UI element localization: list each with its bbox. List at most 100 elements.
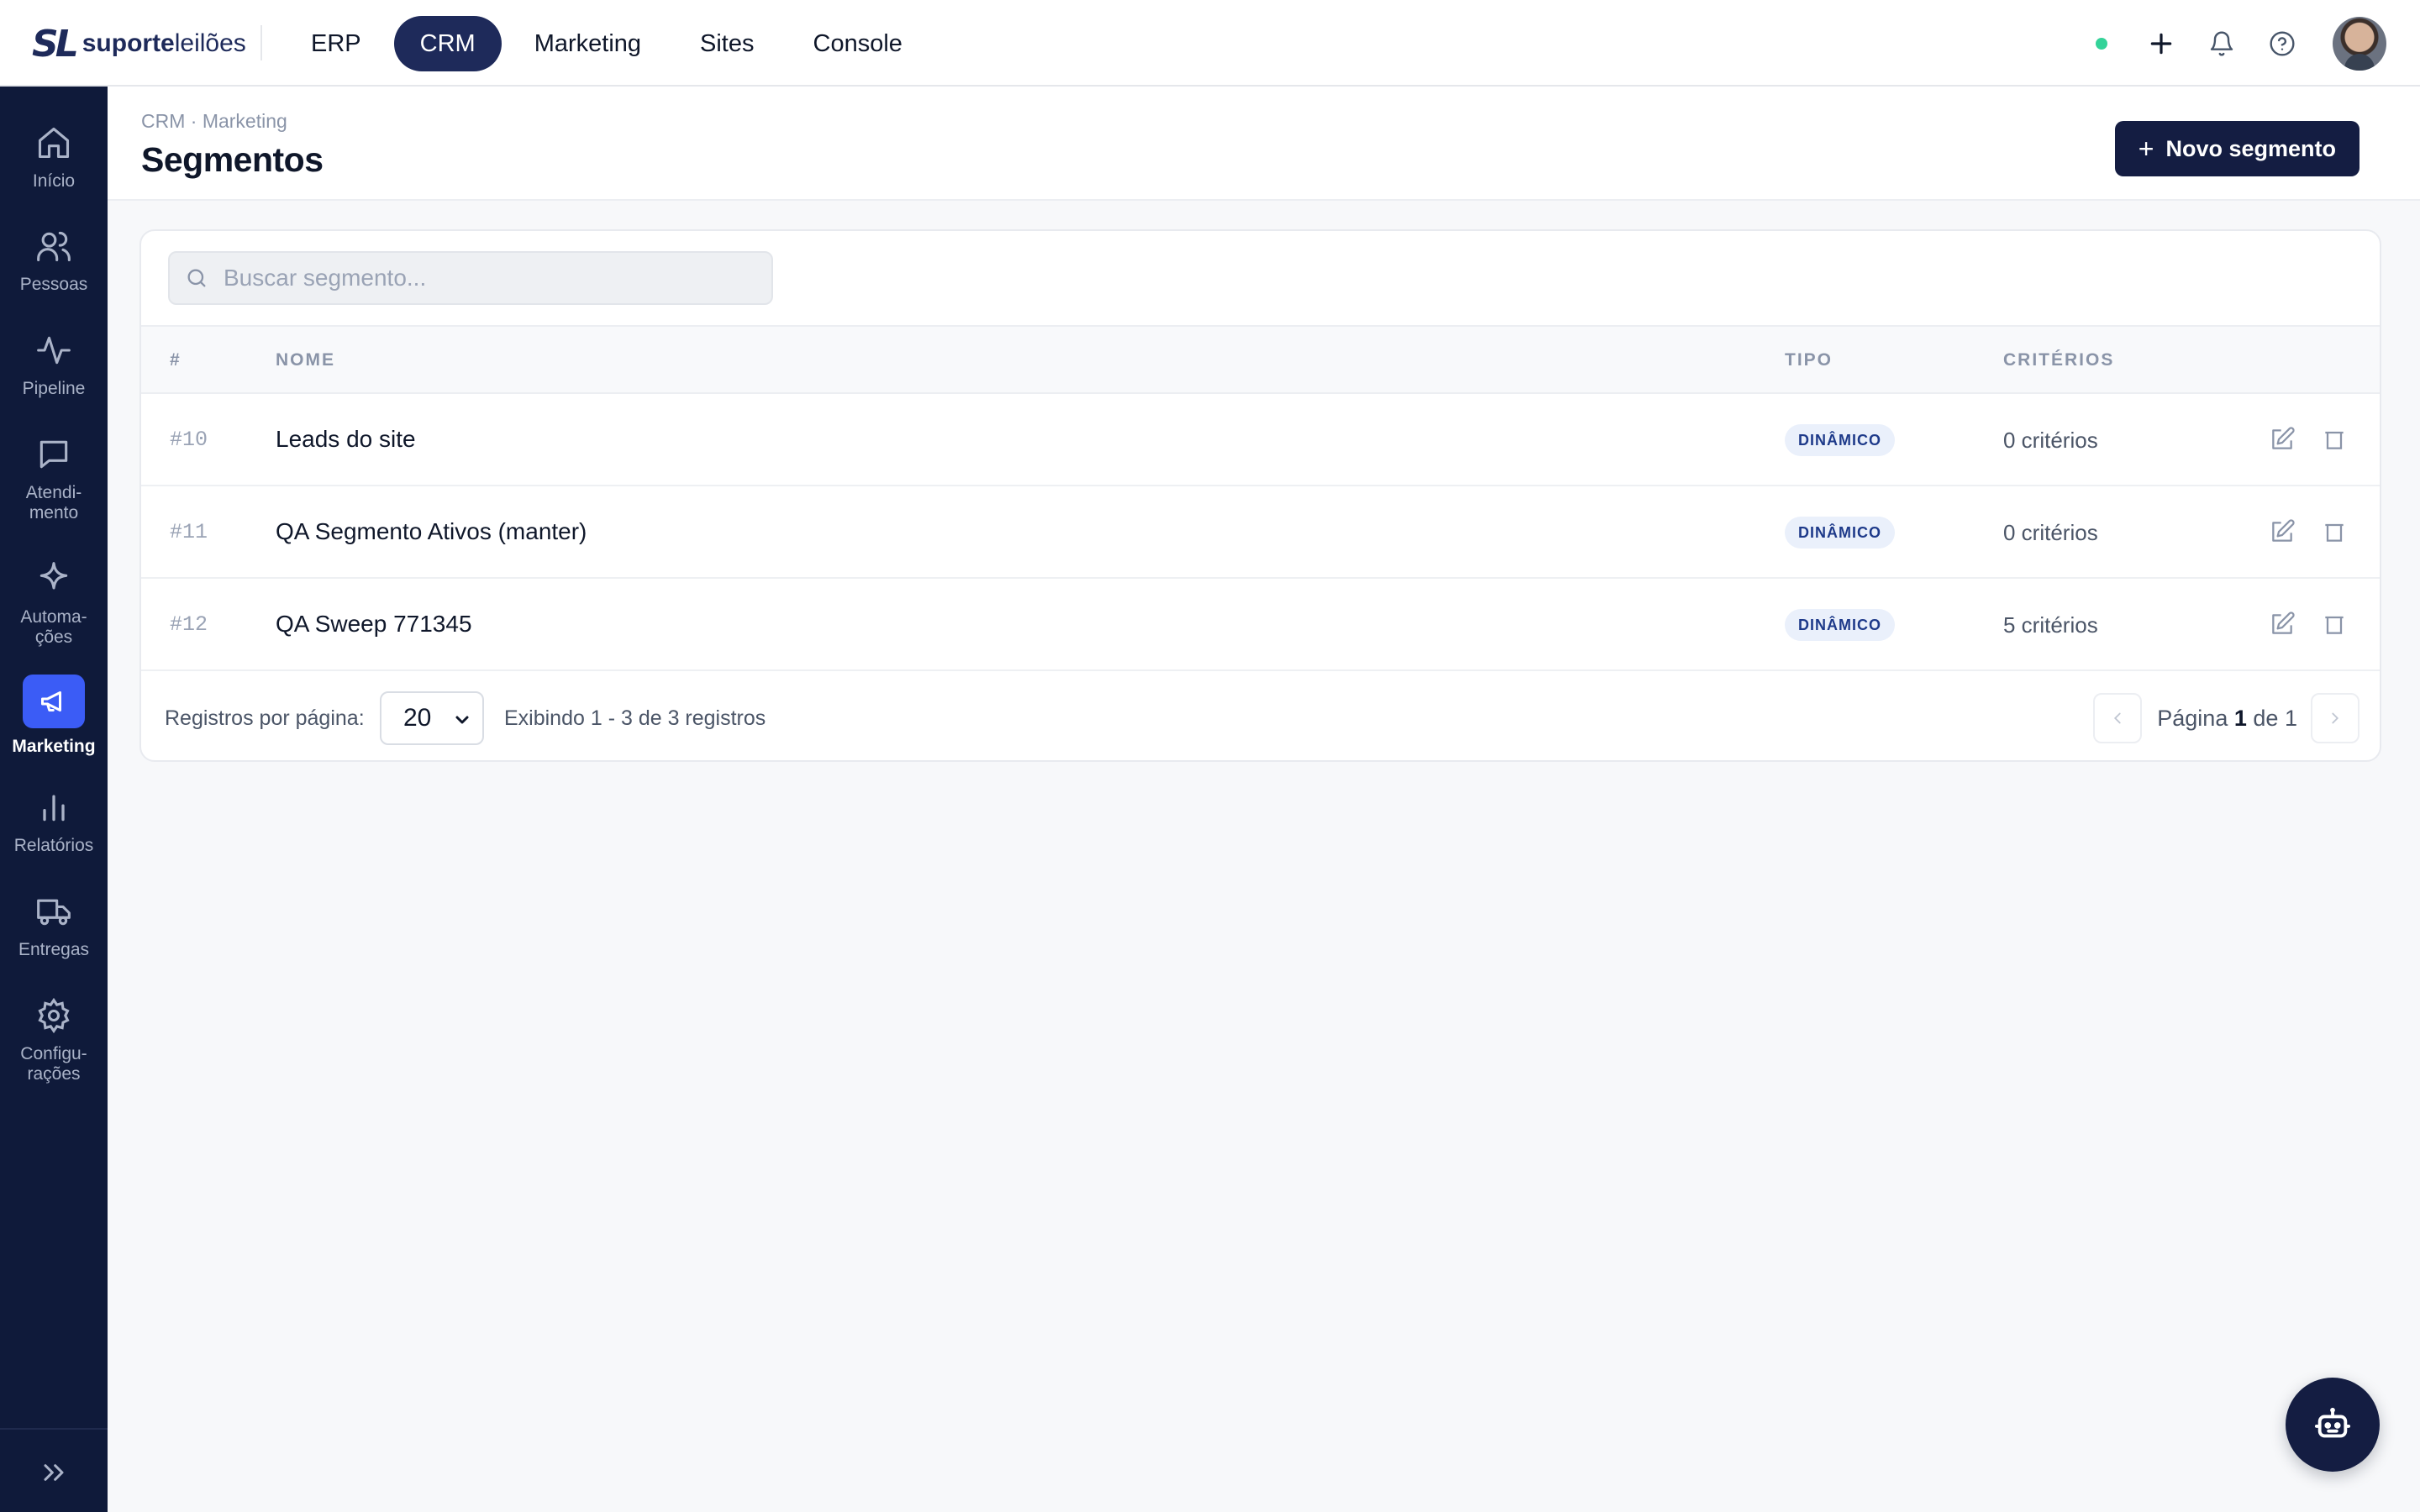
brand-logo[interactable]: SL suporteleilões xyxy=(32,22,246,66)
topnav-sites[interactable]: Sites xyxy=(674,16,780,71)
sidebar-item-marketing[interactable]: Marketing xyxy=(0,675,108,757)
trash-icon[interactable] xyxy=(2321,518,2348,545)
topnav-console[interactable]: Console xyxy=(787,16,929,71)
prev-page-button[interactable] xyxy=(2093,693,2143,743)
segment-id: #11 xyxy=(170,520,208,544)
criteria-count: 0 critérios xyxy=(2003,520,2098,545)
logo-mark: SL xyxy=(32,22,79,66)
breadcrumb: CRM · Marketing xyxy=(141,110,287,132)
segment-name[interactable]: QA Sweep 771345 xyxy=(276,611,472,638)
sidebar-item-pipeline[interactable]: Pipeline xyxy=(0,332,108,399)
truck-icon xyxy=(37,899,71,926)
sidebar-item-configuracoes[interactable]: Configu- rações xyxy=(0,997,108,1084)
sidebar-item-label: Automa- xyxy=(20,607,87,627)
megaphone-icon xyxy=(41,691,61,711)
chevrons-right-icon[interactable] xyxy=(37,1456,71,1489)
pagination: Página 1 de 1 xyxy=(2093,693,2360,743)
help-icon[interactable] xyxy=(2264,25,2301,62)
sidebar-item-label: Atendi- xyxy=(25,483,82,502)
sidebar-item-label: Entregas xyxy=(18,940,90,959)
segment-id: #12 xyxy=(170,612,208,637)
table-footer: Registros por página: 20 Exibindo 1 - 3 … xyxy=(141,675,2380,760)
criteria-count: 0 critérios xyxy=(2003,428,2098,453)
page-title: Segmentos xyxy=(141,140,324,179)
segment-id: #10 xyxy=(170,428,208,452)
trash-icon[interactable] xyxy=(2321,611,2348,638)
new-segment-button-label: Novo segmento xyxy=(2165,135,2336,161)
type-badge: DINÂMICO xyxy=(1785,517,1895,549)
sidebar-item-label: Início xyxy=(32,171,76,191)
online-status-dot xyxy=(2096,38,2107,50)
chevron-right-icon xyxy=(2332,712,2339,724)
chevron-left-icon xyxy=(2114,712,2121,724)
sidebar-item-entregas[interactable]: Entregas xyxy=(0,893,108,960)
bar-chart-icon xyxy=(43,795,65,822)
per-page-label: Registros por página: xyxy=(165,706,365,730)
sidebar-item-label: Marketing xyxy=(12,737,96,756)
new-segment-button[interactable]: + Novo segmento xyxy=(2114,121,2360,176)
sidebar-item-label: Pipeline xyxy=(22,379,86,398)
logo-wordmark: suporteleilões xyxy=(82,29,246,57)
bell-icon[interactable] xyxy=(2203,25,2240,62)
topbar-actions xyxy=(2096,17,2386,71)
topnav-crm[interactable]: CRM xyxy=(393,16,502,71)
plus-icon[interactable] xyxy=(2143,25,2180,62)
topnav-marketing[interactable]: Marketing xyxy=(508,16,667,71)
sidebar-item-pessoas[interactable]: Pessoas xyxy=(0,228,108,295)
trash-icon[interactable] xyxy=(2321,426,2348,453)
edit-icon[interactable] xyxy=(2269,611,2296,638)
plus-icon: + xyxy=(2138,133,2154,164)
topnav-erp[interactable]: ERP xyxy=(296,16,387,71)
sidebar-item-label: Relatórios xyxy=(13,836,94,855)
search-box[interactable] xyxy=(168,251,773,305)
type-badge: DINÂMICO xyxy=(1785,609,1895,641)
sidebar-item-automacoes[interactable]: Automa- ções xyxy=(0,560,108,648)
sidebar-item-atendimento[interactable]: Atendi- mento xyxy=(0,436,108,523)
chat-icon xyxy=(39,440,68,469)
sidebar: Início Pessoas Pipeline Atendi- mento Au… xyxy=(0,87,108,1512)
page-indicator: Página 1 de 1 xyxy=(2157,705,2297,731)
table-row[interactable]: #11 QA Segmento Ativos (manter) DINÂMICO… xyxy=(141,486,2380,579)
column-header-name[interactable]: NOME xyxy=(276,350,335,370)
sidebar-item-label: rações xyxy=(27,1064,81,1084)
segments-card: # NOME TIPO CRITÉRIOS #10 Leads do site … xyxy=(139,229,2381,762)
top-bar: SL suporteleilões ERP CRM Marketing Site… xyxy=(0,0,2420,87)
sidebar-active-indicator xyxy=(23,675,85,728)
user-avatar[interactable] xyxy=(2333,17,2386,71)
sidebar-item-label: mento xyxy=(29,503,79,522)
segment-name[interactable]: Leads do site xyxy=(276,426,416,453)
segment-name[interactable]: QA Segmento Ativos (manter) xyxy=(276,518,587,545)
chevron-down-icon xyxy=(455,716,469,724)
sidebar-item-label: ções xyxy=(34,627,73,647)
column-header-id[interactable]: # xyxy=(170,350,182,370)
next-page-button[interactable] xyxy=(2311,693,2360,743)
table-row[interactable]: #12 QA Sweep 771345 DINÂMICO 5 critérios xyxy=(141,579,2380,671)
criteria-count: 5 critérios xyxy=(2003,612,2098,638)
per-page-select[interactable]: 20 xyxy=(380,691,484,745)
assistant-bot-button[interactable] xyxy=(2286,1378,2380,1472)
edit-icon[interactable] xyxy=(2269,518,2296,545)
per-page-value: 20 xyxy=(403,704,432,732)
search-icon xyxy=(187,269,206,287)
sidebar-item-relatorios[interactable]: Relatórios xyxy=(0,789,108,856)
records-summary: Exibindo 1 - 3 de 3 registros xyxy=(504,706,766,730)
activity-icon xyxy=(37,336,71,365)
home-icon xyxy=(38,127,70,159)
page-header: CRM · Marketing Segmentos + Novo segment… xyxy=(108,87,2420,201)
type-badge: DINÂMICO xyxy=(1785,424,1895,456)
column-header-criteria[interactable]: CRITÉRIOS xyxy=(2003,350,2114,370)
sparkle-icon xyxy=(39,562,68,590)
gear-icon xyxy=(38,997,70,1034)
sidebar-item-label: Pessoas xyxy=(19,275,88,294)
sidebar-item-label: Configu- xyxy=(20,1044,87,1063)
search-input[interactable] xyxy=(224,265,744,291)
table-header: # NOME TIPO CRITÉRIOS xyxy=(141,325,2380,394)
edit-icon[interactable] xyxy=(2269,426,2296,453)
column-header-type[interactable]: TIPO xyxy=(1785,350,1833,370)
users-icon xyxy=(37,231,71,262)
sidebar-item-inicio[interactable]: Início xyxy=(0,124,108,192)
table-row[interactable]: #10 Leads do site DINÂMICO 0 critérios xyxy=(141,394,2380,486)
sidebar-divider xyxy=(0,1428,108,1430)
topbar-divider xyxy=(260,25,262,60)
top-nav: ERP CRM Marketing Sites Console xyxy=(296,16,929,71)
